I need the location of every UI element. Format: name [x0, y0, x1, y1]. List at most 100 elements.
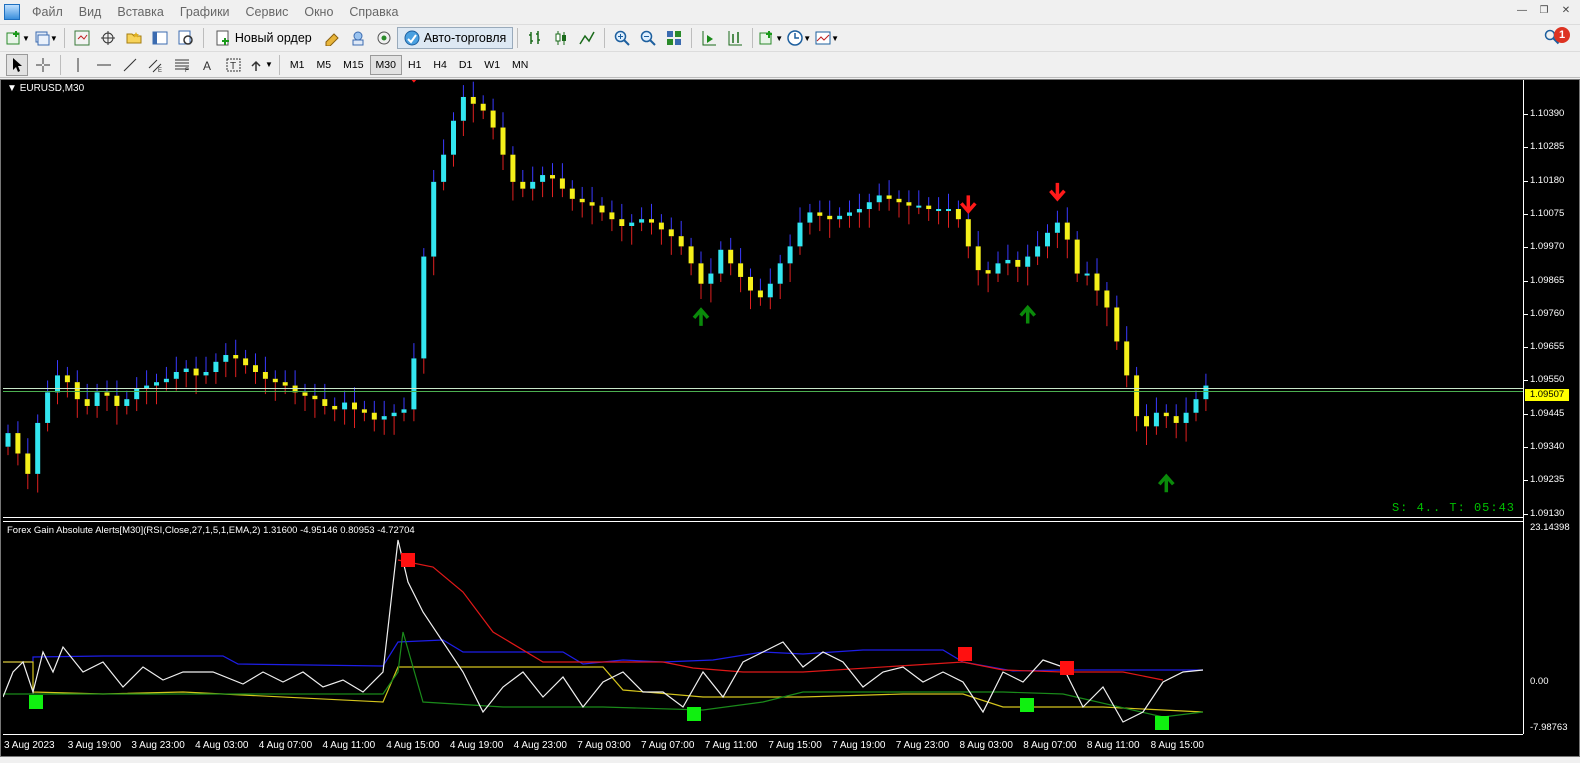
- buy-arrow-icon: [1019, 304, 1037, 324]
- candle-body: [361, 409, 367, 413]
- price-tick-label: 1.09130: [1530, 507, 1565, 519]
- price-tick-label: 1.10390: [1530, 108, 1565, 119]
- candle-body: [282, 382, 288, 386]
- restore-icon[interactable]: ❐: [1536, 4, 1552, 18]
- sell-signal-marker: [1060, 661, 1074, 675]
- periods-button[interactable]: ▼: [787, 27, 811, 49]
- strategy-tester-button[interactable]: [175, 27, 197, 49]
- metaeditor-button[interactable]: [321, 27, 343, 49]
- toolbar-separator: [752, 28, 754, 48]
- app-icon: [4, 4, 20, 20]
- chart-window[interactable]: ▼ EURUSD,M30 S: 4.. T: 05:43 Forex Gain …: [0, 79, 1580, 757]
- navigator-button[interactable]: [123, 27, 145, 49]
- signals-button[interactable]: [347, 27, 369, 49]
- close-icon[interactable]: ✕: [1558, 4, 1574, 18]
- radio-button[interactable]: [373, 27, 395, 49]
- indicator-tick-label: -7.98763: [1530, 722, 1568, 733]
- autotrade-button[interactable]: Авто-торговля: [396, 27, 514, 49]
- candle-body: [540, 175, 546, 182]
- candle-body: [847, 212, 852, 216]
- terminal-button[interactable]: [149, 27, 171, 49]
- timeframe-h4[interactable]: H4: [427, 55, 452, 75]
- timeframe-d1[interactable]: D1: [453, 55, 478, 75]
- candle-body: [253, 365, 258, 372]
- vertical-line-button[interactable]: [67, 54, 89, 76]
- candle-body: [490, 110, 496, 128]
- menu-view[interactable]: Вид: [73, 5, 112, 19]
- candle-body: [134, 388, 140, 400]
- price-tick: [1524, 413, 1528, 415]
- candle-body: [965, 219, 971, 247]
- market-watch-button[interactable]: [71, 27, 93, 49]
- timeframe-mn[interactable]: MN: [506, 55, 534, 75]
- candle-body: [629, 222, 635, 226]
- indicators-button[interactable]: ▼: [759, 27, 783, 49]
- zoom-in-button[interactable]: [611, 27, 633, 49]
- templates-button[interactable]: ▼: [815, 27, 839, 49]
- menu-tools[interactable]: Сервис: [240, 5, 299, 19]
- toolbar-separator: [517, 28, 519, 48]
- timeframe-m5[interactable]: M5: [311, 55, 338, 75]
- menu-insert[interactable]: Вставка: [111, 5, 173, 19]
- menu-help[interactable]: Справка: [343, 5, 408, 19]
- candle-body: [332, 405, 338, 410]
- candlestick-button[interactable]: [550, 27, 572, 49]
- timeframe-m30[interactable]: M30: [369, 54, 402, 75]
- menu-charts[interactable]: Графики: [174, 5, 240, 19]
- new-chart-button[interactable]: ▼: [6, 27, 30, 49]
- auto-scroll-button[interactable]: [698, 27, 720, 49]
- candle-body: [639, 219, 645, 223]
- candle-body: [866, 202, 872, 210]
- price-axis[interactable]: 1.09507 1.10390 1.10285 1.10180 1.10075 1.09…: [1523, 80, 1579, 734]
- time-label: 3 Aug 19:00: [67, 740, 122, 751]
- current-price-tag: 1.09507: [1525, 389, 1569, 401]
- timeframe-h1[interactable]: H1: [402, 55, 427, 75]
- cursor-tool-button[interactable]: [6, 53, 28, 76]
- svg-text:A: A: [203, 59, 211, 73]
- fibonacci-button[interactable]: F: [171, 54, 193, 76]
- price-tick: [1524, 247, 1528, 249]
- candle-body: [757, 290, 763, 298]
- candle-body: [708, 273, 714, 284]
- menu-window[interactable]: Окно: [298, 5, 343, 19]
- channel-button[interactable]: E: [145, 54, 167, 76]
- chart-shift-button[interactable]: [724, 27, 746, 49]
- price-tick-label: 1.10180: [1530, 174, 1565, 186]
- arrows-button[interactable]: ▼: [249, 54, 273, 76]
- bar-chart-button[interactable]: [524, 27, 546, 49]
- candle-body: [668, 229, 674, 237]
- price-tick-label: 1.09970: [1530, 241, 1565, 253]
- timeframe-w1[interactable]: W1: [478, 55, 506, 75]
- candle-body: [1114, 307, 1120, 342]
- profiles-button[interactable]: ▼: [34, 27, 58, 49]
- candle-body: [896, 198, 902, 203]
- minimize-icon[interactable]: —: [1514, 4, 1530, 18]
- new-order-button[interactable]: Новый ордер: [208, 27, 319, 49]
- data-window-button[interactable]: [97, 27, 119, 49]
- line-chart-button[interactable]: [576, 27, 598, 49]
- trendline-button[interactable]: [119, 54, 141, 76]
- candle-body: [936, 209, 942, 212]
- tile-windows-button[interactable]: [663, 27, 685, 49]
- time-label: 3 Aug 23:00: [131, 740, 185, 751]
- candle-body: [233, 355, 239, 359]
- timeframe-m1[interactable]: M1: [284, 55, 311, 75]
- zoom-out-button[interactable]: [637, 27, 659, 49]
- text-tool-button[interactable]: A: [197, 54, 219, 76]
- notification-badge[interactable]: 1: [1554, 27, 1570, 43]
- text-label-button[interactable]: T: [223, 54, 245, 76]
- indicator-chart[interactable]: Forex Gain Absolute Alerts[M30](RSI,Clos…: [3, 521, 1523, 734]
- chart-symbol-title[interactable]: ▼ EURUSD,M30: [7, 83, 84, 94]
- candle-body: [1124, 341, 1130, 376]
- time-axis[interactable]: 3 Aug 2023 3 Aug 19:00 3 Aug 23:00 4 Aug 03…: [3, 734, 1523, 756]
- sell-signal-marker: [958, 647, 972, 661]
- timeframe-m15[interactable]: M15: [337, 55, 369, 75]
- candle-body: [1064, 222, 1070, 240]
- horizontal-line-button[interactable]: [93, 54, 115, 76]
- candle-body: [243, 358, 249, 366]
- price-tick: [1524, 114, 1528, 115]
- menu-file[interactable]: Файл: [26, 5, 73, 19]
- crosshair-tool-button[interactable]: [32, 54, 54, 76]
- candle-body: [15, 433, 21, 454]
- price-chart[interactable]: ▼ EURUSD,M30 S: 4.. T: 05:43: [3, 80, 1523, 518]
